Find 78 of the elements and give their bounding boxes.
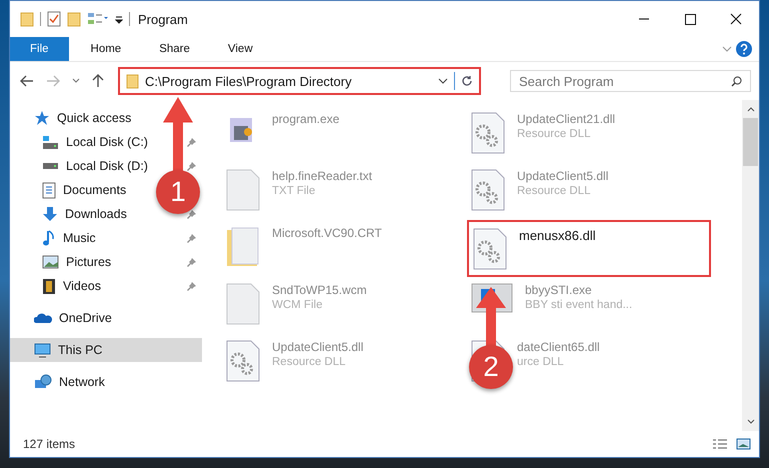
file-name: bbyySTI.exe (525, 283, 593, 297)
file-type: Resource DLL (272, 356, 347, 368)
star-icon (34, 110, 50, 126)
ribbon-tab[interactable]: Home (70, 37, 138, 61)
sidebar-item[interactable]: OneDrive (10, 306, 202, 330)
blank-file-icon (226, 283, 260, 325)
help-icon[interactable] (735, 40, 753, 58)
sidebar-item[interactable]: Downloads (42, 206, 127, 222)
ribbon-tab[interactable]: File (10, 37, 69, 61)
cloud-icon (34, 312, 52, 324)
scroll-up-icon[interactable] (746, 106, 754, 112)
monitor-icon (34, 342, 51, 358)
refresh-icon[interactable] (461, 75, 473, 87)
file-name: UpdateClient5.dll (272, 340, 364, 354)
item-count: 127 items (23, 437, 76, 451)
sidebar-item[interactable]: Documents (42, 182, 126, 198)
pin-icon[interactable] (187, 210, 196, 218)
file-type: Resource DLL (517, 128, 592, 140)
pin-icon[interactable] (187, 138, 196, 146)
search-field[interactable]: Search Program (510, 70, 751, 92)
file-type: BBY sti event hand... (525, 299, 632, 311)
file-name: help.fineReader.txt (272, 169, 372, 183)
details-view-icon[interactable] (712, 438, 728, 450)
pin-icon[interactable] (187, 282, 196, 290)
gear-file-icon (471, 112, 505, 154)
recent-dropdown-icon[interactable] (72, 78, 80, 84)
blank-file-icon (226, 169, 260, 211)
gear-file-icon (473, 228, 507, 270)
sidebar-item[interactable]: Local Disk (C:) (42, 134, 148, 150)
gear-file-icon (226, 340, 260, 382)
pin-icon[interactable] (187, 162, 196, 170)
gear-file-icon (471, 169, 505, 211)
ribbon-tab[interactable]: Share (139, 37, 206, 61)
music-note-icon (42, 230, 56, 246)
window-title: Program (138, 12, 188, 26)
pin-icon[interactable] (187, 258, 196, 266)
scroll-down-icon[interactable] (746, 419, 754, 425)
file-type: WCM File (272, 299, 324, 311)
up-arrow-icon[interactable] (92, 74, 104, 88)
sidebar-item[interactable]: This PC (10, 338, 202, 362)
scroll-thumb[interactable] (743, 118, 758, 166)
sidebar-item[interactable]: Network (10, 370, 202, 394)
scrollbar[interactable] (742, 100, 759, 431)
file-type: Resource DLL (517, 185, 592, 197)
file-type: TXT File (272, 185, 316, 197)
chevron-icon[interactable] (721, 44, 733, 54)
file-name: UpdateClient5.dll (517, 169, 608, 183)
drive-icon (42, 162, 59, 170)
folder-icon (20, 11, 34, 27)
dropdown-icon[interactable] (438, 77, 448, 85)
download-arrow-icon (42, 206, 58, 222)
pin-icon[interactable] (187, 234, 196, 242)
picture-icon (42, 255, 59, 269)
checklist-icon[interactable] (47, 11, 61, 27)
file-name: UpdateClient21.dll (517, 112, 616, 126)
sidebar-item[interactable]: Local Disk (D:) (42, 159, 148, 173)
network-icon (34, 374, 52, 390)
file-type: urce DLL (517, 356, 565, 368)
sidebar-item[interactable]: Videos (42, 278, 101, 294)
sidebar-item[interactable]: Pictures (42, 255, 112, 269)
file-name: SndToWP15.wcm (272, 283, 367, 297)
sidebar-item[interactable]: Quick access (10, 106, 202, 130)
back-arrow-icon[interactable] (20, 75, 34, 87)
properties-icon[interactable] (87, 11, 109, 27)
address-bar[interactable]: C:\Program Files\Program Directory (118, 67, 481, 95)
file-name: menusx86.dll (519, 228, 596, 243)
large-icons-view-icon[interactable] (736, 438, 751, 450)
file-name: dateClient65.dll (517, 340, 600, 354)
file-name: program.exe (272, 112, 340, 126)
drive-icon (42, 134, 59, 150)
sidebar-item[interactable]: Music (42, 230, 96, 246)
search-icon (731, 76, 742, 87)
ribbon-tab[interactable]: View (208, 37, 269, 61)
film-icon (42, 278, 56, 294)
file-name: Microsoft.VC90.CRT (272, 226, 382, 240)
folder-icon (226, 226, 260, 268)
document-icon (42, 182, 56, 198)
folder-icon (126, 74, 139, 88)
